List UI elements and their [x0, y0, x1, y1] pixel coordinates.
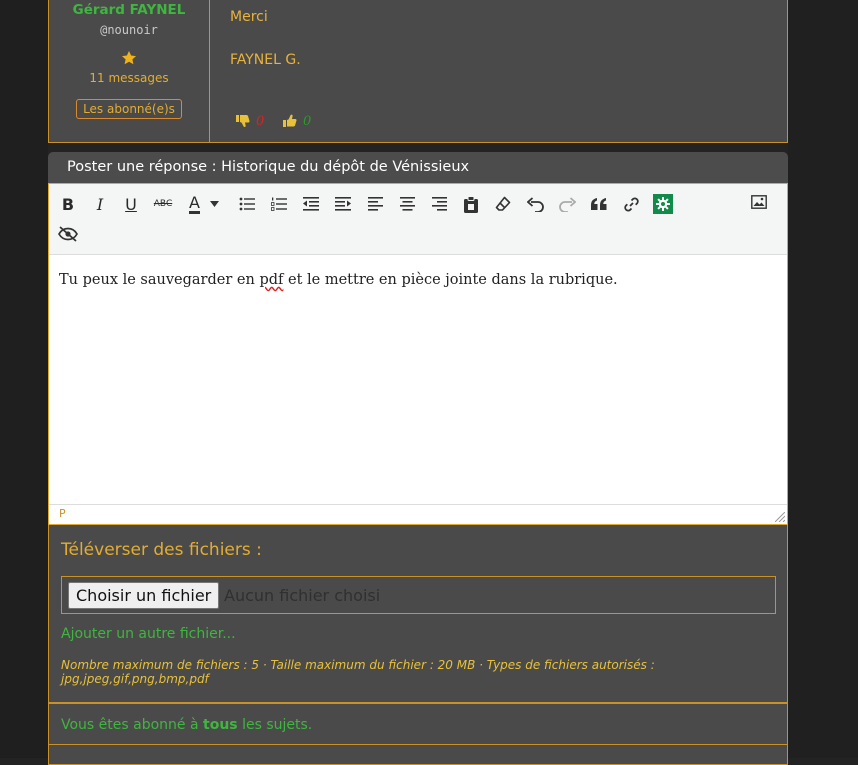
outdent-button[interactable] [298, 192, 324, 216]
author-name[interactable]: Gérard FAYNEL [49, 2, 209, 18]
align-center-button[interactable] [394, 192, 420, 216]
upvote-count: 0 [303, 113, 312, 129]
content-text-rest: et le mettre en pièce jointe dans la rub… [283, 272, 618, 288]
subscription-text-end: les sujets. [237, 717, 313, 733]
file-input[interactable]: Choisir un fichier Aucun fichier choisi [61, 576, 776, 614]
star-icon [122, 51, 136, 65]
indent-button[interactable] [330, 192, 356, 216]
strikethrough-button[interactable]: ABC [150, 192, 176, 216]
rich-text-editor: B I U ABC A Tu peux le sauvegarder en pd… [48, 183, 788, 525]
redo-button[interactable] [554, 192, 580, 216]
forum-post: Gérard FAYNEL @nounoir 11 messages Les a… [48, 0, 788, 143]
align-right-icon [431, 197, 447, 211]
downvote-button[interactable]: 0 [235, 112, 264, 130]
bottom-panel [48, 745, 788, 765]
author-message-count: 11 messages [89, 71, 169, 85]
numbered-list-button[interactable] [266, 192, 292, 216]
upload-section: Téléverser des fichiers : Choisir un fic… [48, 525, 788, 703]
align-right-button[interactable] [426, 192, 452, 216]
italic-button[interactable]: I [87, 192, 113, 216]
left-margin [0, 0, 48, 758]
subscription-status: Vous êtes abonné à tous les sujets. [48, 703, 788, 745]
add-another-file-link[interactable]: Ajouter un autre fichier... [61, 626, 236, 642]
thumbs-up-icon [283, 114, 297, 127]
editor-statusbar: P [49, 504, 787, 524]
eraser-icon [495, 196, 511, 211]
author-handle: @nounoir [100, 23, 158, 37]
post-signature: FAYNEL G. [230, 52, 301, 68]
insert-image-button[interactable] [746, 190, 772, 214]
link-button[interactable] [618, 192, 644, 216]
post-author-panel: Gérard FAYNEL @nounoir 11 messages Les a… [49, 0, 210, 142]
undo-icon [526, 196, 544, 212]
clipboard-icon [464, 195, 478, 213]
element-path[interactable]: P [59, 507, 66, 520]
resize-handle-icon[interactable] [775, 512, 785, 522]
upvote-button[interactable]: 0 [282, 112, 311, 130]
image-icon [751, 195, 767, 209]
outdent-icon [303, 197, 319, 211]
editor-content[interactable]: Tu peux le sauvegarder en pdf et le mett… [49, 255, 787, 505]
post-text: Merci [230, 9, 268, 25]
text-color-button[interactable]: A [182, 192, 226, 216]
strikethrough-icon: ABC [153, 199, 173, 209]
subscription-scope: tous [203, 717, 238, 733]
upload-limits-line1: Nombre maximum de fichiers : 5 · Taille … [61, 658, 655, 672]
choose-file-button[interactable]: Choisir un fichier [68, 582, 220, 609]
quote-icon [591, 198, 607, 210]
file-status: Aucun fichier choisi [224, 586, 381, 605]
bold-button[interactable]: B [55, 192, 81, 216]
author-group-badge: Les abonné(e)s [76, 99, 182, 119]
numbered-list-icon [271, 197, 287, 211]
align-left-button[interactable] [362, 192, 388, 216]
align-left-icon [367, 197, 383, 211]
link-icon [623, 197, 639, 211]
reply-header: Poster une réponse : Historique du dépôt… [48, 152, 788, 183]
underline-icon: U [125, 194, 137, 214]
downvote-count: 0 [256, 113, 265, 129]
gear-icon [653, 194, 673, 214]
underline-button[interactable]: U [118, 192, 144, 216]
align-center-icon [399, 197, 415, 211]
upload-limits: Nombre maximum de fichiers : 5 · Taille … [61, 658, 761, 686]
paste-button[interactable] [458, 192, 484, 216]
bullet-list-icon [239, 197, 255, 211]
indent-icon [335, 197, 351, 211]
text-color-icon: A [189, 192, 200, 214]
misspelled-word: pdf [259, 272, 284, 288]
upload-title: Téléverser des fichiers : [61, 540, 262, 560]
blockquote-button[interactable] [586, 192, 612, 216]
upload-limits-line2: jpg,jpeg,gif,png,bmp,pdf [61, 672, 209, 686]
clear-format-button[interactable] [490, 192, 516, 216]
hide-content-button[interactable] [55, 222, 81, 246]
editor-toolbar: B I U ABC A [49, 184, 787, 255]
thumbs-down-icon [236, 115, 250, 128]
chevron-down-icon [209, 201, 219, 207]
right-margin [788, 0, 858, 758]
subscription-text: Vous êtes abonné à [61, 717, 204, 733]
undo-button[interactable] [522, 192, 548, 216]
plugin-button[interactable] [650, 192, 676, 216]
eye-slash-icon [58, 226, 78, 242]
italic-icon: I [96, 194, 104, 214]
content-text: Tu peux le sauvegarder en [59, 272, 260, 288]
bold-icon: B [61, 194, 75, 214]
redo-icon [558, 196, 576, 212]
bullet-list-button[interactable] [234, 192, 260, 216]
